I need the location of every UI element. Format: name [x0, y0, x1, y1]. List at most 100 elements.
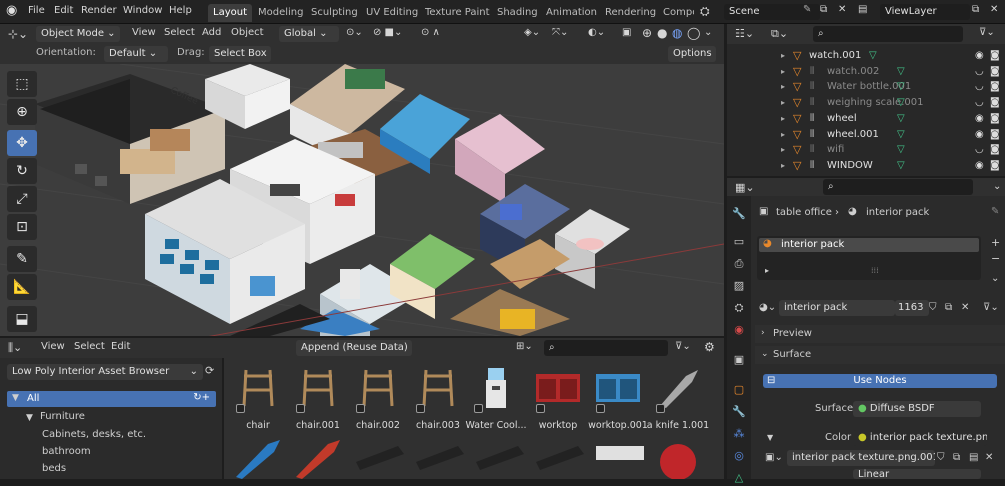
catalog-item-furniture[interactable]: Furniture: [40, 411, 85, 422]
output-tab-icon[interactable]: ⎙: [731, 256, 747, 272]
settings-gear-icon[interactable]: ⚙: [704, 340, 715, 354]
tab-modeling[interactable]: Modeling: [253, 4, 309, 22]
tab-layout[interactable]: Layout: [208, 4, 252, 22]
preview-panel-header[interactable]: › Preview: [755, 325, 1005, 343]
editor-type-icon[interactable]: ⊹⌄: [8, 27, 28, 41]
fake-user-icon[interactable]: ⛉: [929, 302, 937, 313]
expand-icon[interactable]: ▸: [781, 111, 785, 127]
library-selector[interactable]: Low Poly Interior Asset Browser ⌄: [7, 364, 203, 380]
render-camera-icon[interactable]: ◙: [990, 64, 1000, 80]
tool-scale[interactable]: ⤢: [7, 186, 37, 212]
expand-icon[interactable]: ▸: [765, 266, 769, 275]
collection-tab-icon[interactable]: ▣: [731, 352, 747, 368]
menu-file[interactable]: File: [28, 5, 45, 16]
render-camera-icon[interactable]: ◙: [990, 95, 1000, 111]
visibility-icon[interactable]: ◈⌄: [524, 27, 540, 38]
object-data-tab-icon[interactable]: △: [731, 470, 747, 486]
asset-tile[interactable]: worktop.001: [588, 362, 648, 431]
menu-render[interactable]: Render: [81, 5, 117, 16]
tab-animation[interactable]: Animation: [541, 4, 602, 22]
duplicate-icon[interactable]: ⧉: [945, 302, 952, 313]
asset-tile[interactable]: chair.001: [288, 362, 348, 431]
expand-icon[interactable]: ▼: [26, 413, 33, 423]
expand-icon[interactable]: ▸: [781, 95, 785, 111]
outliner-row[interactable]: ▸ ▽ watch.001 ▽ ◉ ◙: [727, 48, 1005, 64]
proportional-edit-icon[interactable]: ⊙ ∧: [421, 27, 440, 38]
tab-shading[interactable]: Shading: [492, 4, 543, 22]
world-tab-icon[interactable]: ◉: [731, 322, 747, 338]
remove-slot-icon[interactable]: −: [991, 252, 1000, 265]
expand-icon[interactable]: ▸: [781, 158, 785, 174]
visibility-eye-icon[interactable]: ◡: [975, 64, 984, 80]
drag-selector[interactable]: Select Box ⌄: [209, 46, 271, 62]
menu-view[interactable]: View: [132, 27, 156, 38]
visibility-eye-icon[interactable]: ◡: [975, 95, 984, 111]
catalog-item-beds[interactable]: beds: [42, 463, 66, 474]
outliner-row[interactable]: ▸ ▽ ⫴ Water bottle.001 ▽ ◡ ◙: [727, 79, 1005, 95]
options-chevron-icon[interactable]: ⌄: [993, 181, 1001, 192]
tab-uv-editing[interactable]: UV Editing: [361, 4, 423, 22]
menu-select[interactable]: Select: [164, 27, 195, 38]
snap-icon[interactable]: ⊘ ■⌄: [373, 27, 402, 38]
interpolation-selector[interactable]: Linear: [853, 469, 981, 479]
asset-checkbox[interactable]: [236, 404, 245, 413]
blender-logo-icon[interactable]: ◉: [6, 3, 17, 18]
shading-material-icon[interactable]: ◍: [672, 26, 682, 40]
outliner-row[interactable]: ▸ ▽ ⫴ weighing scale.001 ▽ ◡ ◙: [727, 95, 1005, 111]
asset-checkbox[interactable]: [596, 404, 605, 413]
image-browse-icon[interactable]: ▣⌄: [765, 452, 783, 463]
expand-icon[interactable]: ▸: [781, 64, 785, 80]
properties-search-input[interactable]: ⌕: [823, 179, 973, 195]
editor-type-icon[interactable]: ⫼⌄: [8, 341, 22, 355]
outliner-row[interactable]: ▸ ▽ ⫴ watch.002 ▽ ◡ ◙: [727, 64, 1005, 80]
tool-measure[interactable]: 📐: [7, 274, 37, 300]
outliner-search-input[interactable]: ⌕: [813, 26, 963, 42]
editor-type-icon[interactable]: ▦⌄: [735, 181, 755, 194]
material-slot[interactable]: ◕ interior pack: [759, 238, 979, 252]
asset-checkbox[interactable]: [296, 404, 305, 413]
surface-shader-field[interactable]: ● Diffuse BSDF: [853, 401, 981, 417]
user-count[interactable]: 1163: [895, 300, 929, 316]
shading-rendered-icon[interactable]: ◯: [687, 26, 700, 40]
catalog-item-all[interactable]: ▼ All ↻+: [7, 391, 216, 407]
mode-selector[interactable]: Object Mode ⌄: [36, 26, 120, 42]
visibility-eye-icon[interactable]: ◉: [975, 158, 984, 174]
expand-icon[interactable]: ▸: [781, 127, 785, 143]
expand-icon[interactable]: ▼: [12, 393, 19, 403]
use-nodes-button[interactable]: ⊟ Use Nodes: [763, 374, 997, 388]
shading-solid-icon[interactable]: ●: [657, 26, 667, 40]
catalog-item-cabinets[interactable]: Cabinets, desks, etc.: [42, 429, 146, 440]
tool-rotate[interactable]: ↻: [7, 158, 37, 184]
tool-annotate[interactable]: ✎: [7, 246, 37, 272]
asset-checkbox[interactable]: [356, 404, 365, 413]
new-scene-icon[interactable]: ⧉: [820, 4, 827, 15]
tab-compositing[interactable]: Compo: [658, 4, 694, 22]
surface-panel-header[interactable]: ⌄ Surface: [755, 346, 1005, 364]
slot-menu-icon[interactable]: ⌄: [991, 273, 999, 284]
visibility-eye-icon[interactable]: ◉: [975, 111, 984, 127]
new-view-layer-icon[interactable]: ⧉: [972, 4, 979, 15]
image-name-field[interactable]: interior pack texture.png.001: [787, 450, 935, 466]
render-camera-icon[interactable]: ◙: [990, 79, 1000, 95]
browser-menu-view[interactable]: View: [41, 341, 65, 352]
tool-settings-tab-icon[interactable]: 🔧: [731, 206, 747, 222]
color-input-field[interactable]: ● interior pack texture.png...: [853, 430, 987, 446]
tool-add-cube[interactable]: ⬓: [7, 306, 37, 332]
menu-window[interactable]: Window: [123, 5, 162, 16]
remove-view-layer-icon[interactable]: ✕: [990, 4, 998, 15]
new-catalog-icon[interactable]: ↻+: [193, 392, 210, 403]
browse-material-icon[interactable]: ◕⌄: [759, 302, 776, 313]
asset-tile[interactable]: Water Cool...: [465, 362, 527, 431]
expand-icon[interactable]: ▼: [767, 433, 773, 442]
shading-wireframe-icon[interactable]: ⊕: [642, 26, 652, 40]
outliner-row[interactable]: ▸ ▽ ⫴ wheel.001 ▽ ◉ ◙: [727, 127, 1005, 143]
visibility-eye-icon[interactable]: ◉: [975, 48, 984, 64]
shading-options-icon[interactable]: ⌄: [704, 27, 712, 38]
modifier-tab-icon[interactable]: 🔧: [731, 404, 747, 420]
browser-menu-edit[interactable]: Edit: [111, 341, 130, 352]
material-name-field[interactable]: interior pack: [779, 300, 895, 316]
asset-tile[interactable]: chair.002: [348, 362, 408, 431]
tab-sculpting[interactable]: Sculpting: [306, 4, 363, 22]
asset-tile[interactable]: chair: [228, 362, 288, 431]
unlink-icon[interactable]: ✕: [961, 302, 969, 313]
